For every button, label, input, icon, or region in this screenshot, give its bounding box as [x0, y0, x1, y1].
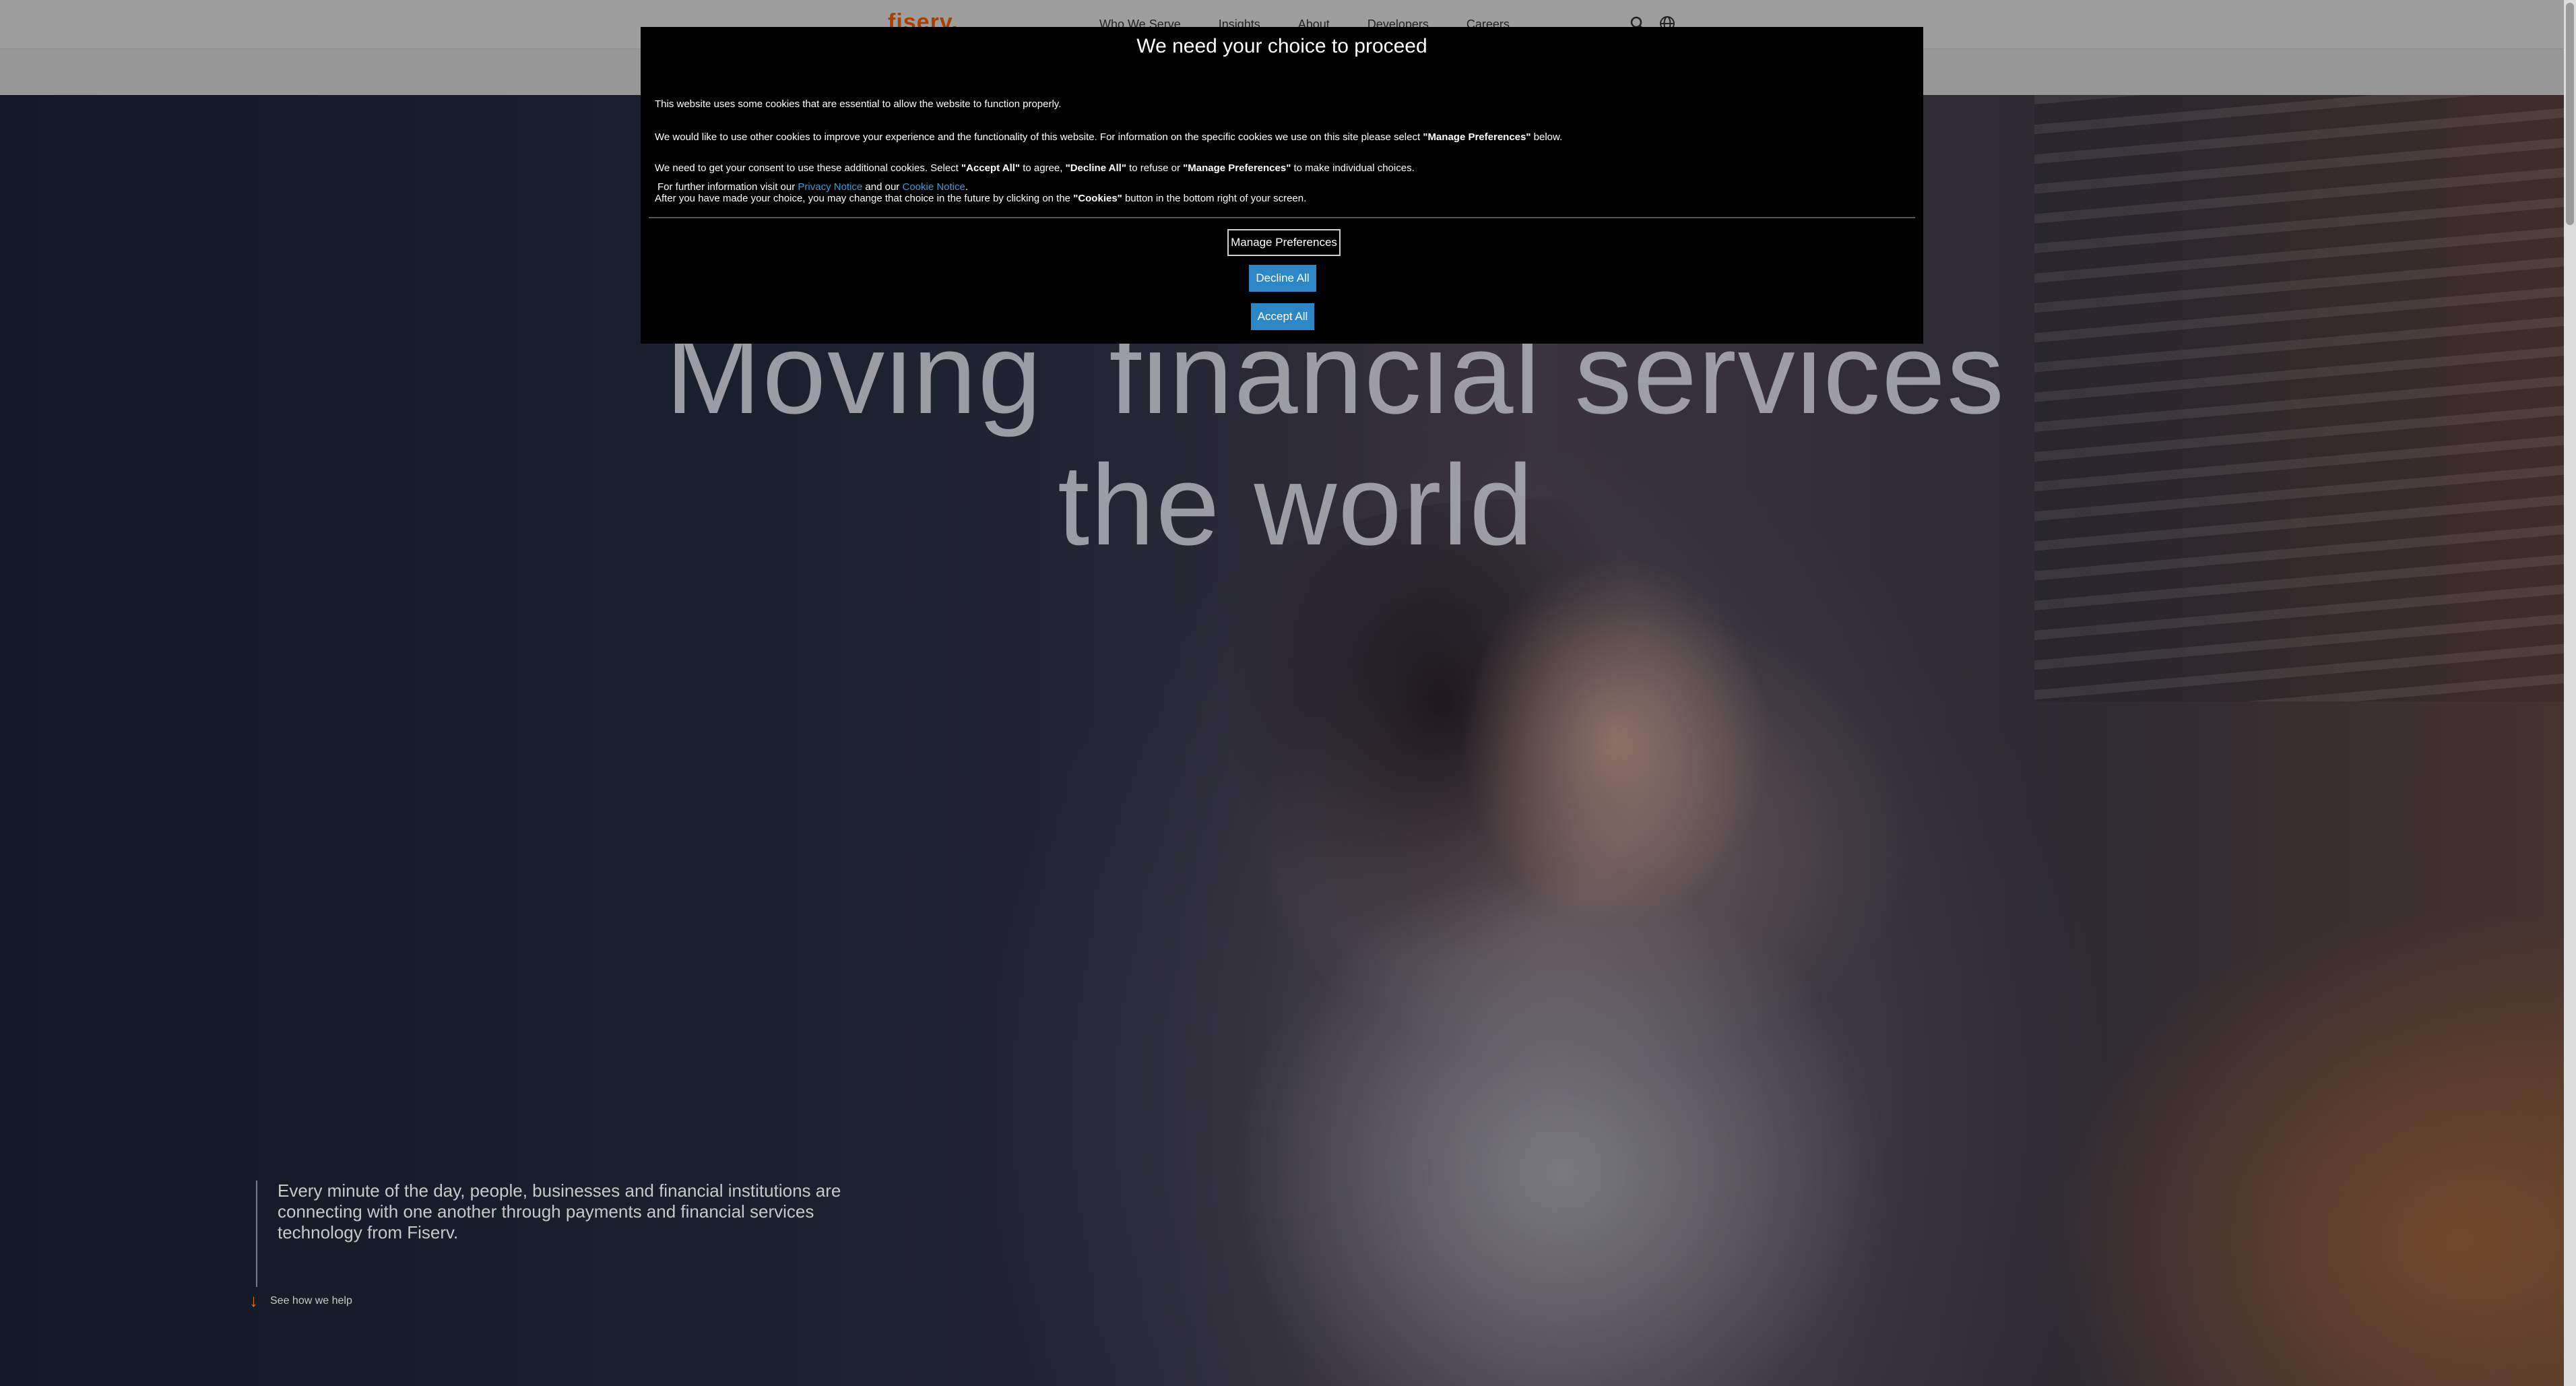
manage-preferences-button[interactable]: Manage Preferences — [1227, 229, 1341, 256]
see-how-label: See how we help — [270, 1294, 352, 1306]
decline-all-button[interactable]: Decline All — [1249, 265, 1316, 292]
cookie-further-info: For further information visit our Privac… — [657, 181, 969, 193]
cookie-paragraph-other: We would like to use other cookies to im… — [655, 131, 1563, 143]
cookie-paragraph-essential: This website uses some cookies that are … — [655, 98, 1062, 110]
cookie-paragraph-consent: We need to get your consent to use these… — [655, 162, 1415, 174]
cookie-paragraph-change: After you have made your choice, you may… — [655, 193, 1307, 204]
cookie-modal-title: We need your choice to proceed — [1136, 35, 1427, 57]
see-how-we-help-link[interactable]: ↓ See how we help — [249, 1290, 352, 1311]
accept-all-button[interactable]: Accept All — [1251, 303, 1314, 330]
cookie-notice-link[interactable]: Cookie Notice — [902, 181, 965, 193]
privacy-notice-link[interactable]: Privacy Notice — [798, 181, 862, 193]
arrow-down-icon: ↓ — [249, 1290, 258, 1311]
hero-headline-line2: the world — [1058, 441, 1535, 569]
scrollbar-thumb[interactable] — [2566, 3, 2574, 225]
cookie-consent-modal: We need your choice to proceed This webs… — [641, 27, 1923, 344]
cookie-modal-divider — [649, 217, 1915, 218]
hero-intro-text: Every minute of the day, people, busines… — [256, 1180, 870, 1287]
scrollbar[interactable] — [2564, 0, 2576, 1386]
